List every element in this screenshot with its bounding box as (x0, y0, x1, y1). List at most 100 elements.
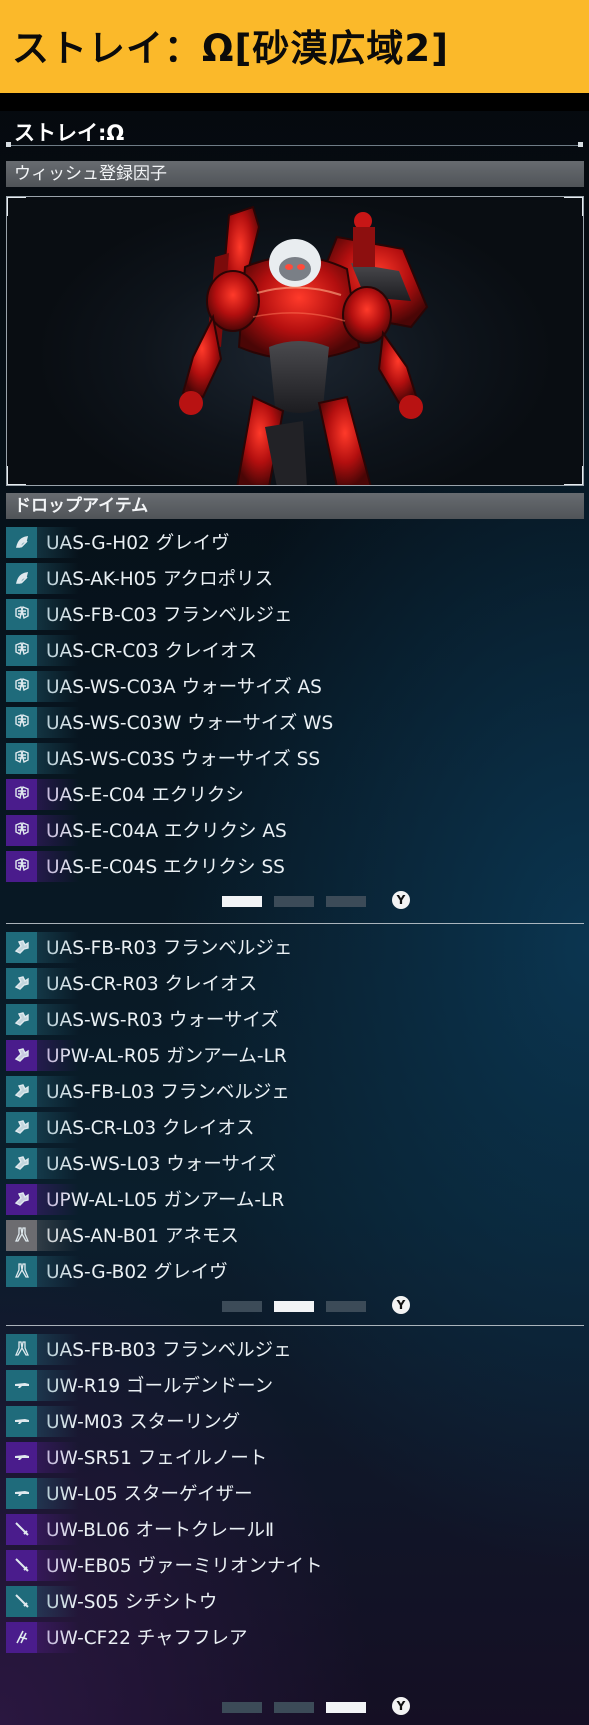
list-item[interactable]: UAS-FB-L03 フランベルジェ (6, 1073, 584, 1109)
gun-weapon-icon (6, 1405, 79, 1437)
underline-dot-left (6, 142, 11, 147)
arm-part-icon (6, 1147, 79, 1179)
arm-part-icon (14, 1048, 29, 1062)
page-indicator-3[interactable] (326, 1301, 366, 1312)
frame-corner (7, 466, 26, 485)
chest-part-icon (14, 822, 29, 836)
head-part-icon (6, 526, 79, 558)
y-button-icon[interactable]: Y (392, 1296, 410, 1314)
y-button-icon[interactable]: Y (392, 1697, 410, 1715)
list-item[interactable]: UAS-FB-C03 フランベルジェ (6, 596, 584, 632)
frame-corner (7, 197, 26, 216)
frame-corner (564, 466, 583, 485)
arm-part-icon (6, 1111, 79, 1143)
leg-part-icon (14, 1341, 29, 1356)
top-strip (0, 93, 589, 111)
list-item[interactable]: UW-SR51 フェイルノート (6, 1439, 584, 1475)
arm-part-icon (6, 1183, 79, 1215)
list-item[interactable]: UAS-CR-C03 クレイオス (6, 632, 584, 668)
list-item[interactable]: UAS-WS-C03W ウォーサイズ WS (6, 704, 584, 740)
list-item[interactable]: UW-L05 スターゲイザー (6, 1475, 584, 1511)
y-button-icon[interactable]: Y (392, 891, 410, 909)
list-item[interactable]: UW-S05 シチシトウ (6, 1583, 584, 1619)
chest-part-icon (6, 742, 79, 774)
flare-weapon-icon (15, 1630, 27, 1644)
list-item[interactable]: UAS-G-H02 グレイヴ (6, 524, 584, 560)
leg-part-icon (6, 1333, 79, 1365)
page-divider (6, 923, 584, 924)
list-item[interactable]: UW-BL06 オートクレールⅡ (6, 1511, 584, 1547)
blade-weapon-icon (6, 1549, 79, 1581)
list-item[interactable]: UW-EB05 ヴァーミリオンナイト (6, 1547, 584, 1583)
page-indicator-1[interactable] (222, 896, 262, 907)
arm-part-icon (14, 940, 29, 954)
list-item[interactable]: UAS-G-B02 グレイヴ (6, 1253, 584, 1289)
list-item[interactable]: UAS-E-C04S エクリクシ SS (6, 848, 584, 884)
head-part-icon (6, 562, 79, 594)
page-indicator-2[interactable] (274, 896, 314, 907)
blade-weapon-icon (14, 1558, 29, 1572)
chest-part-icon (6, 598, 79, 630)
boss-name: ストレイ:Ω (14, 121, 125, 145)
list-item[interactable]: UAS-E-C04A エクリクシ AS (6, 812, 584, 848)
arm-part-icon (6, 931, 79, 963)
gun-weapon-icon (6, 1369, 79, 1401)
pager-2: Y (0, 1296, 589, 1316)
arm-part-icon (6, 1075, 79, 1107)
drop-items-header: ドロップアイテム (6, 493, 584, 519)
arm-part-icon (6, 1003, 79, 1035)
page-indicator-1[interactable] (222, 1702, 262, 1713)
list-item[interactable]: UAS-CR-R03 クレイオス (6, 965, 584, 1001)
list-item[interactable]: UAS-FB-B03 フランベルジェ (6, 1331, 584, 1367)
chest-part-icon (6, 814, 79, 846)
page-indicator-2[interactable] (274, 1301, 314, 1312)
chest-part-icon (14, 858, 29, 872)
banner-title: ストレイ：Ω[砂漠広域2] (12, 27, 450, 70)
leg-part-icon (6, 1255, 79, 1287)
flare-weapon-icon (6, 1621, 79, 1653)
list-item[interactable]: UAS-WS-C03S ウォーサイズ SS (6, 740, 584, 776)
chest-part-icon (6, 850, 79, 882)
chest-part-icon (6, 706, 79, 738)
page-indicator-3[interactable] (326, 896, 366, 907)
pager-1: Y (0, 891, 589, 911)
drop-list-page-1: UAS-G-H02 グレイヴ UAS-AK-H05 アクロポリス UAS-FB-… (6, 524, 584, 884)
arm-part-icon (6, 1039, 79, 1071)
list-item[interactable]: UW-M03 スターリング (6, 1403, 584, 1439)
head-part-icon (15, 536, 28, 548)
chest-part-icon (6, 778, 79, 810)
pager-3: Y (0, 1697, 589, 1717)
list-item[interactable]: UAS-E-C04 エクリクシ (6, 776, 584, 812)
chest-part-icon (6, 670, 79, 702)
list-item[interactable]: UPW-AL-L05 ガンアーム-LR (6, 1181, 584, 1217)
wish-section-header: ウィッシュ登録因子 (6, 161, 584, 187)
list-item[interactable]: UW-R19 ゴールデンドーン (6, 1367, 584, 1403)
gun-weapon-icon (14, 1383, 29, 1388)
arm-part-icon (14, 1156, 29, 1170)
page-indicator-2[interactable] (274, 1702, 314, 1713)
list-item[interactable]: UW-CF22 チャフフレア (6, 1619, 584, 1655)
list-item[interactable]: UAS-WS-R03 ウォーサイズ (6, 1001, 584, 1037)
gun-weapon-icon (14, 1419, 29, 1424)
mech-illustration (179, 205, 429, 485)
gun-weapon-icon (6, 1477, 79, 1509)
arm-part-icon (14, 1192, 29, 1206)
boss-portrait (6, 196, 584, 486)
page-indicator-3[interactable] (326, 1702, 366, 1713)
list-item[interactable]: UAS-WS-L03 ウォーサイズ (6, 1145, 584, 1181)
list-item[interactable]: UAS-FB-R03 フランベルジェ (6, 929, 584, 965)
arm-part-icon (14, 1120, 29, 1134)
list-item[interactable]: UAS-CR-L03 クレイオス (6, 1109, 584, 1145)
boss-header: ストレイ:Ω (0, 111, 589, 151)
page-indicator-1[interactable] (222, 1301, 262, 1312)
list-item[interactable]: UAS-AK-H05 アクロポリス (6, 560, 584, 596)
list-item[interactable]: UPW-AL-R05 ガンアーム-LR (6, 1037, 584, 1073)
list-item[interactable]: UAS-WS-C03A ウォーサイズ AS (6, 668, 584, 704)
gun-weapon-icon (14, 1491, 29, 1496)
chest-part-icon (6, 634, 79, 666)
underline-dot-right (578, 142, 583, 147)
arm-part-icon (14, 976, 29, 990)
frame-corner (564, 197, 583, 216)
list-item[interactable]: UAS-AN-B01 アネモス (6, 1217, 584, 1253)
chest-part-icon (14, 786, 29, 800)
